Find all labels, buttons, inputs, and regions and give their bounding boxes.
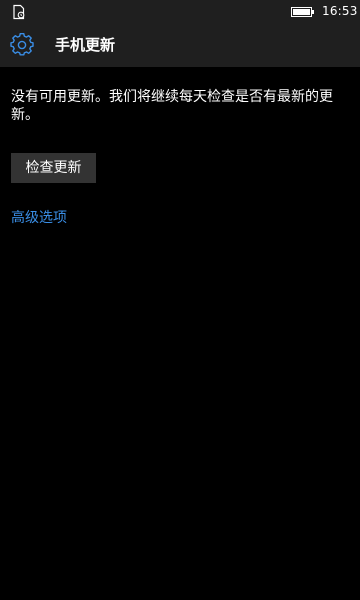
- page-title: 手机更新: [55, 36, 116, 54]
- status-time: 16:53: [322, 4, 358, 18]
- title-bar: 手机更新: [0, 23, 360, 67]
- update-status-message: 没有可用更新。我们将继续每天检查是否有最新的更新。: [11, 89, 333, 123]
- gear-icon[interactable]: [10, 33, 34, 57]
- battery-icon: [291, 7, 314, 17]
- notification-device-icon: [13, 4, 25, 20]
- advanced-options-link[interactable]: 高级选项: [11, 209, 67, 227]
- phone-update-screen: 16:53 手机更新 没有可用更新。我们将继续每天检查是否有最新的更新。 检查更…: [0, 0, 360, 600]
- status-bar: 16:53: [0, 0, 360, 23]
- check-updates-button[interactable]: 检查更新: [11, 153, 96, 183]
